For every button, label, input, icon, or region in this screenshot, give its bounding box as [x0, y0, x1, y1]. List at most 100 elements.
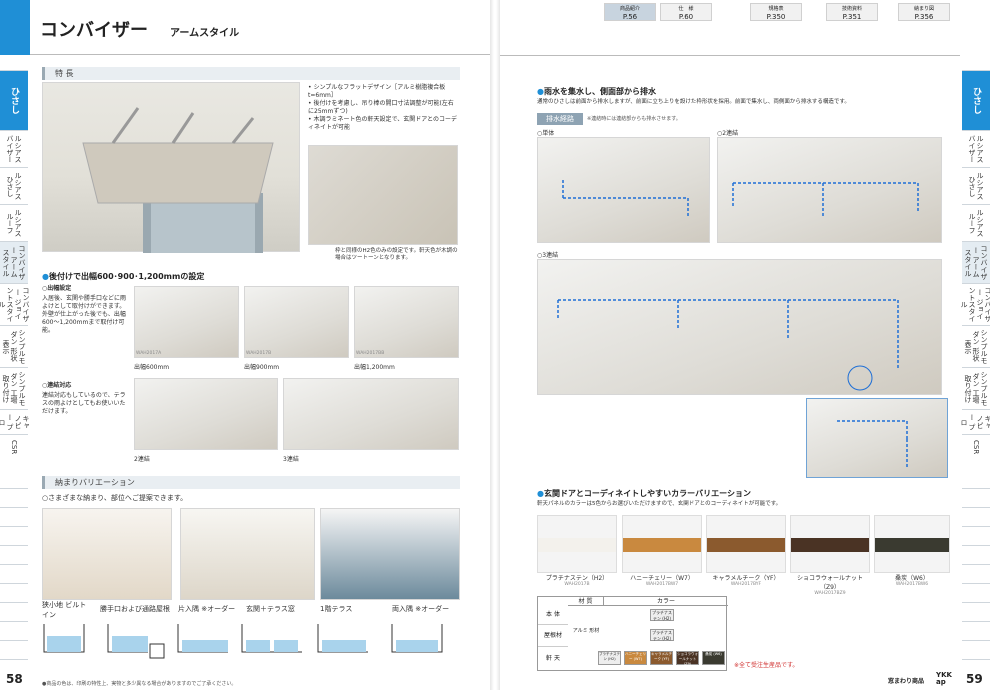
side-tab-canopy-r[interactable]: キャノピー プロ [960, 409, 990, 434]
table-row-body: 本 体 [546, 611, 560, 618]
color-swatch-z9 [790, 515, 870, 573]
left-tab-lines [0, 470, 28, 660]
side-tab-lucias-roof[interactable]: ルシアス ルーフ [0, 204, 28, 241]
left-footer-note: ●商品の色は、印刷の特性上、実物と多少異なる場合がありますのでご了承ください。 [42, 681, 237, 687]
side-tab-convisor-joint[interactable]: コンバイザー ジョイントスタイル [0, 283, 30, 325]
side-tab-csr[interactable]: CSR [0, 434, 28, 459]
side-tab-csr-r[interactable]: CSR [962, 434, 990, 459]
drain-single-photo [537, 137, 710, 243]
page-gutter [490, 0, 500, 690]
soffit-chip-w6: 桑炭 (W6) [702, 651, 725, 665]
width-600-label: 出幅600mm [134, 364, 170, 371]
table-header-color: カラー [603, 597, 728, 606]
footer-logo: YKK ap [936, 671, 952, 686]
drain-label: 排水経路 [537, 113, 583, 125]
side-tab-simple-modern-factory-r[interactable]: シンプルモダン 工場取り付け [962, 367, 990, 409]
variation-heading: ○さまざまな納まり、部位へご提案できます。 [42, 494, 188, 502]
footer-brand: 窓まわり商品 [888, 678, 925, 685]
widths-sub2: ○連結対応 [42, 382, 72, 389]
width-900-code: WAH2017B [246, 351, 272, 356]
left-header-bar: コンバイザー アームスタイル [0, 0, 490, 55]
side-tab-hisashi[interactable]: ひさし [0, 70, 28, 130]
side-tab-simple-modern[interactable]: シンプルモダン 形状表示 [0, 325, 28, 367]
house-illustration-1 [42, 508, 172, 600]
page-title: コンバイザー [40, 20, 148, 41]
color-h2-name: プラチナステン（H2） WAH2017B [545, 575, 609, 587]
right-page-number: 59 [966, 672, 983, 686]
link-2-label: 2連結 [134, 456, 150, 463]
soffit-chip-w7: ハニーチェリー (W7) [624, 651, 647, 665]
width-1200-code: WAH2017BB [356, 351, 385, 356]
features-list: • シンプルなフラットデザイン［アルミ樹脂複合板t=6mm］ • 後付けを考慮し… [308, 84, 458, 132]
color-z9-bar [791, 538, 869, 552]
soffit-chip-yf: キャラメルチーク (YF) [650, 651, 673, 665]
side-tab-convisor-joint-r[interactable]: コンバイザー ジョイントスタイル [960, 283, 990, 325]
drain-heading: ●雨水を集水し、側面部から排水 [537, 87, 656, 96]
feature-1: • シンプルなフラットデザイン［アルミ樹脂複合板t=6mm］ [308, 84, 446, 99]
side-tab-lucias-hisashi[interactable]: ルシアス ひさし [0, 167, 28, 204]
right-header-line [500, 55, 960, 56]
toptab-tech[interactable]: 技術資料 P.351 [826, 3, 878, 21]
side-tab-lucias-visor[interactable]: ルシアス バイザー [0, 130, 28, 167]
side-tab-canopy[interactable]: キャノピー プロ [0, 409, 30, 434]
widths-text2: 連結対応もしているので、テラスの雨よけとしてもお使いいただけます。 [42, 392, 126, 415]
house-illustration-2 [180, 508, 315, 600]
color-w6-bar [875, 538, 949, 552]
width-600-code: WAH2017A [136, 351, 162, 356]
side-tab-lucias-roof-r[interactable]: ルシアス ルーフ [962, 204, 990, 241]
side-tab-lucias-visor-r[interactable]: ルシアス バイザー [962, 130, 990, 167]
table-row-roof: 屋根材 [538, 624, 568, 646]
drain-double-photo [717, 137, 942, 243]
link-3-photo [283, 378, 459, 450]
feature-2: • 後付けを考慮し、吊り棒の開口寸法調整が可能(左右に25mmずつ) [308, 100, 454, 115]
variation-4-label: 玄関＋テラス窓 [246, 605, 295, 613]
toptab-detail[interactable]: 納まり図 P.356 [898, 3, 950, 21]
side-tab-convisor-arm-r[interactable]: コンバイザー アームスタイル [962, 241, 990, 283]
features-bar: 特 長 [42, 67, 460, 80]
variation-bar: 納まりバリエーション [42, 476, 460, 489]
width-900-photo [244, 286, 349, 358]
hero-visor-drawing [82, 107, 274, 253]
side-tab-convisor-arm[interactable]: コンバイザー アームスタイル [0, 241, 28, 283]
width-1200-photo [354, 286, 459, 358]
colors-heading: ●玄関ドアとコーディネイトしやすいカラーバリエーション [537, 489, 751, 498]
table-row-soffit: 軒 天 [538, 646, 568, 670]
drain-detail-path [837, 420, 908, 469]
drain-single-label: ○単体 [537, 130, 555, 137]
material-table: 材 質 カラー 本 体 プラチナステン (H2) 屋根材 アルミ 形材 プラチナ… [537, 596, 728, 671]
side-tab-simple-modern-factory[interactable]: シンプルモダン 工場取り付け [0, 367, 28, 409]
toptab-size[interactable]: 規格表 P.350 [750, 3, 802, 21]
side-tab-hisashi-r[interactable]: ひさし [962, 70, 990, 130]
toptab-intro[interactable]: 商品紹介 P.56 [604, 3, 656, 21]
side-tab-simple-modern-r[interactable]: シンプルモダン 形状表示 [962, 325, 990, 367]
side-tab-lucias-hisashi-r[interactable]: ルシアス ひさし [962, 167, 990, 204]
drain-triple-photo [537, 259, 942, 395]
color-swatch-h2 [537, 515, 617, 573]
variation-diagrams [43, 624, 443, 659]
colors-text: 軒天パネルのカラーは5色からお選びいただけますので、玄関ドアとのコーディネイトが… [537, 501, 782, 507]
soffit-chip-z9: ショコラウォールナット (Z9) [676, 651, 699, 666]
widths-heading: ●後付けで出幅600･900･1,200mmの設定 [42, 272, 205, 281]
width-600-photo [134, 286, 239, 358]
header-accent [0, 0, 30, 55]
underside-note: 枠と同様のH2色のみの設定です。軒天色が木調の場合はツートーンとなります。 [335, 248, 458, 261]
drain-double-label: ○2連結 [717, 130, 739, 137]
feature-3: • 木調ラミネート色の軒天設定で、玄関ドアとのコーディネイトが可能 [308, 116, 458, 131]
drain-text: 通常のひさしは前面から排水しますが、前面に立ち上りを設けた枠形状を採用。前面で集… [537, 99, 850, 105]
drain-triple-label: ○3連結 [537, 252, 559, 259]
link-2-photo [134, 378, 278, 450]
underside-photo [308, 145, 458, 245]
color-h2-bar [538, 538, 616, 552]
color-w6-name: 桑炭（W6） WAH2017BW6 [895, 575, 929, 587]
right-tab-lines [962, 470, 990, 660]
link-3-label: 3連結 [283, 456, 299, 463]
table-note: ※全て受注生産品です。 [734, 662, 799, 669]
drain-triple-path [557, 299, 899, 391]
width-1200-label: 出幅1,200mm [354, 364, 395, 371]
house-illustration-3 [320, 508, 460, 600]
color-z9-name: ショコラウォールナット（Z9） WAH2017BZ9 [796, 575, 863, 596]
toptab-spec[interactable]: 仕 様 P.60 [660, 3, 712, 21]
variation-5-label: 1階テラス [320, 605, 353, 613]
drain-note: ※連結時には連結部からも排水させます。 [587, 116, 681, 122]
table-header-material: 材 質 [568, 597, 603, 606]
